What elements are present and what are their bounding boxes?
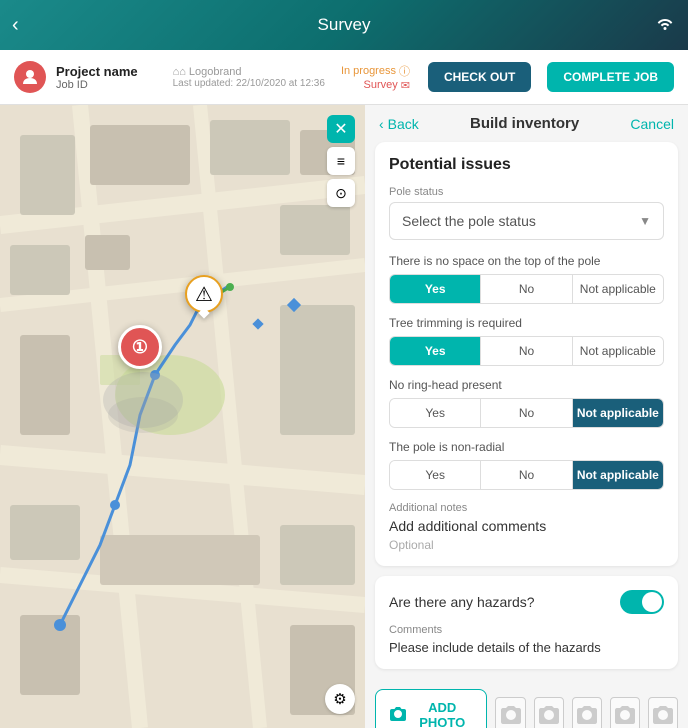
- hazards-card: Are there any hazards? Comments Please i…: [375, 576, 678, 669]
- map-close-button[interactable]: ✕: [327, 115, 355, 143]
- survey-status: Survey ✉: [364, 79, 410, 92]
- main-marker[interactable]: ①: [118, 325, 162, 369]
- pole-status-dropdown[interactable]: Select the pole status ▼: [389, 202, 664, 240]
- pole-status-value: Select the pole status: [402, 213, 536, 229]
- question-row-2: Tree trimming is required Yes No Not app…: [389, 316, 664, 366]
- header: ‹ Survey: [0, 0, 688, 50]
- header-title: Survey: [318, 15, 371, 35]
- btn-group-1: Yes No Not applicable: [389, 274, 664, 304]
- back-chevron-icon: ‹: [379, 116, 384, 132]
- hazard-row: Are there any hazards?: [389, 590, 664, 614]
- question-row-1: There is no space on the top of the pole…: [389, 254, 664, 304]
- btn-no-1[interactable]: No: [481, 275, 572, 303]
- in-progress-status: In progress ⓘ: [341, 63, 410, 79]
- complete-job-button[interactable]: COMPLETE JOB: [547, 62, 674, 92]
- hazard-comments-label: Comments: [389, 624, 664, 636]
- btn-no-2[interactable]: No: [481, 337, 572, 365]
- btn-yes-4[interactable]: Yes: [390, 461, 481, 489]
- question-text-4: The pole is non-radial: [389, 440, 664, 454]
- project-name: Project name: [56, 64, 163, 79]
- map-area: ⚠ ① ✕ ≡ ⊙ ⚙: [0, 105, 365, 728]
- toggle-knob: [642, 592, 662, 612]
- photo-section: ADD PHOTO: [365, 679, 688, 728]
- pole-status-label: Pole status: [389, 186, 664, 198]
- card-title: Potential issues: [389, 156, 664, 174]
- project-bar: Project name Job ID ⌂⌂ Logobrand Last up…: [0, 50, 688, 105]
- back-icon[interactable]: ‹: [12, 14, 19, 37]
- checkout-button[interactable]: CHECK OUT: [428, 62, 531, 92]
- status-area: In progress ⓘ Survey ✉: [341, 63, 410, 92]
- notes-label: Additional notes: [389, 502, 664, 514]
- wifi-icon: [656, 16, 674, 35]
- hazard-comments-value[interactable]: Please include details of the hazards: [389, 640, 664, 655]
- photo-slot-2[interactable]: [534, 697, 564, 728]
- right-panel: ‹ Back Build inventory Cancel Potential …: [365, 105, 688, 728]
- btn-na-1[interactable]: Not applicable: [573, 275, 663, 303]
- project-icon: [14, 61, 46, 93]
- btn-group-3: Yes No Not applicable: [389, 398, 664, 428]
- question-text-3: No ring-head present: [389, 378, 664, 392]
- hazard-question: Are there any hazards?: [389, 594, 535, 610]
- question-row-3: No ring-head present Yes No Not applicab…: [389, 378, 664, 428]
- job-id: Job ID: [56, 79, 163, 91]
- btn-group-4: Yes No Not applicable: [389, 460, 664, 490]
- notes-value[interactable]: Add additional comments: [389, 518, 664, 534]
- panel-nav: ‹ Back Build inventory Cancel: [365, 105, 688, 142]
- warning-marker[interactable]: ⚠: [185, 275, 223, 317]
- panel-title: Build inventory: [470, 115, 579, 132]
- notes-section: Additional notes Add additional comments…: [389, 502, 664, 552]
- btn-na-3[interactable]: Not applicable: [573, 399, 663, 427]
- btn-group-2: Yes No Not applicable: [389, 336, 664, 366]
- map-location-button[interactable]: ⊙: [327, 179, 355, 207]
- back-button[interactable]: ‹ Back: [379, 116, 419, 132]
- photo-slot-3[interactable]: [572, 697, 602, 728]
- camera-icon: [390, 707, 406, 724]
- potential-issues-card: Potential issues Pole status Select the …: [375, 142, 678, 566]
- logo-brand: ⌂⌂ Logobrand: [173, 66, 317, 78]
- btn-yes-3[interactable]: Yes: [390, 399, 481, 427]
- main-layout: ⚠ ① ✕ ≡ ⊙ ⚙ ‹ Back Build inventory Cance…: [0, 105, 688, 728]
- project-info: Project name Job ID: [56, 64, 163, 91]
- btn-na-2[interactable]: Not applicable: [573, 337, 663, 365]
- map-layers-button[interactable]: ≡: [327, 147, 355, 175]
- question-text-2: Tree trimming is required: [389, 316, 664, 330]
- question-row-4: The pole is non-radial Yes No Not applic…: [389, 440, 664, 490]
- btn-no-4[interactable]: No: [481, 461, 572, 489]
- cancel-button[interactable]: Cancel: [630, 116, 674, 132]
- last-updated: Last updated: 22/10/2020 at 12:36: [173, 78, 325, 89]
- btn-yes-1[interactable]: Yes: [390, 275, 481, 303]
- question-text-1: There is no space on the top of the pole: [389, 254, 664, 268]
- dropdown-arrow-icon: ▼: [639, 214, 651, 228]
- btn-na-4[interactable]: Not applicable: [573, 461, 663, 489]
- notes-placeholder: Optional: [389, 538, 664, 552]
- map-settings-button[interactable]: ⚙: [325, 684, 355, 714]
- btn-yes-2[interactable]: Yes: [390, 337, 481, 365]
- add-photo-button[interactable]: ADD PHOTO: [375, 689, 487, 728]
- photo-slot-1[interactable]: [495, 697, 525, 728]
- map-controls: ✕ ≡ ⊙: [327, 115, 355, 207]
- photo-slot-5[interactable]: [648, 697, 678, 728]
- photo-slot-4[interactable]: [610, 697, 640, 728]
- hazard-toggle[interactable]: [620, 590, 664, 614]
- btn-no-3[interactable]: No: [481, 399, 572, 427]
